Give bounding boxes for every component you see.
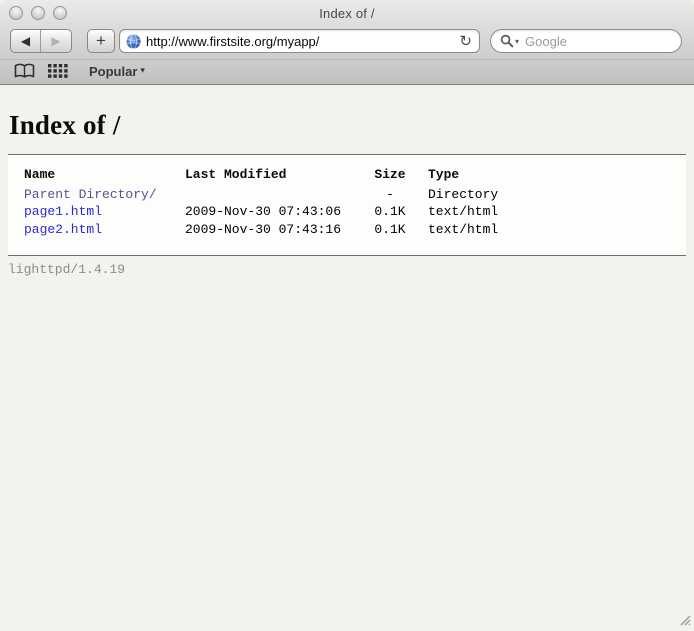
- modified-cell: [185, 186, 371, 204]
- toolbar: ◀ ▶ + http:: [0, 26, 694, 59]
- address-input[interactable]: http://www.firstsite.org/myapp/: [146, 34, 459, 49]
- bookmarks-grid-icon[interactable]: [48, 64, 68, 78]
- nav-button-group: ◀ ▶: [10, 29, 72, 53]
- bookmarks-bar: Popular ▾: [0, 59, 694, 84]
- bookmarks-book-icon[interactable]: [14, 63, 35, 79]
- directory-listing: Name Last Modified Size Type Parent Dire…: [8, 154, 686, 256]
- size-cell: 0.1K: [371, 221, 409, 239]
- table-header-row: Name Last Modified Size Type: [24, 166, 498, 186]
- column-header-size: Size: [371, 166, 409, 186]
- forward-arrow-icon: ▶: [51, 34, 60, 48]
- popular-label: Popular: [89, 64, 137, 79]
- type-cell: Directory: [409, 186, 498, 204]
- table-row: Parent Directory/ - Directory: [24, 186, 498, 204]
- reload-icon[interactable]: ↻: [459, 34, 472, 49]
- search-placeholder: Google: [525, 34, 567, 49]
- page-content: Index of / Name Last Modified Size Type …: [0, 85, 694, 630]
- type-cell: text/html: [409, 203, 498, 221]
- column-header-type: Type: [409, 166, 498, 186]
- table-row: page1.html 2009-Nov-30 07:43:06 0.1K tex…: [24, 203, 498, 221]
- titlebar: Index of /: [0, 0, 694, 26]
- table-row: page2.html 2009-Nov-30 07:43:16 0.1K tex…: [24, 221, 498, 239]
- magnifier-icon: [500, 34, 514, 48]
- size-cell: 0.1K: [371, 203, 409, 221]
- add-bookmark-button[interactable]: +: [87, 29, 115, 53]
- back-button[interactable]: ◀: [11, 30, 41, 52]
- type-cell: text/html: [409, 221, 498, 239]
- page-heading: Index of /: [9, 110, 686, 141]
- parent-directory-link[interactable]: Parent Directory/: [24, 187, 157, 202]
- server-signature: lighttpd/1.4.19: [8, 262, 686, 277]
- column-header-name: Name: [24, 166, 185, 186]
- resize-grip[interactable]: [677, 612, 691, 626]
- bookmark-folder-popular[interactable]: Popular ▾: [89, 64, 145, 79]
- column-header-modified: Last Modified: [185, 166, 371, 186]
- forward-button[interactable]: ▶: [41, 30, 71, 52]
- page2-link[interactable]: page2.html: [24, 222, 102, 237]
- address-bar[interactable]: http://www.firstsite.org/myapp/ ↻: [119, 29, 480, 53]
- window-chrome: Index of / ◀ ▶ +: [0, 0, 694, 85]
- directory-table: Name Last Modified Size Type Parent Dire…: [24, 166, 498, 238]
- back-arrow-icon: ◀: [21, 34, 30, 48]
- page1-link[interactable]: page1.html: [24, 204, 102, 219]
- search-dropdown-arrow-icon[interactable]: ▾: [515, 37, 519, 46]
- modified-cell: 2009-Nov-30 07:43:06: [185, 203, 371, 221]
- plus-icon: +: [96, 31, 106, 50]
- browser-window: Index of / ◀ ▶ +: [0, 0, 694, 630]
- modified-cell: 2009-Nov-30 07:43:16: [185, 221, 371, 239]
- size-cell: -: [371, 186, 409, 204]
- site-favicon-globe-icon: [126, 34, 141, 49]
- chevron-down-icon: ▾: [140, 66, 145, 76]
- window-title: Index of /: [0, 6, 694, 21]
- search-field[interactable]: ▾ Google: [490, 29, 682, 53]
